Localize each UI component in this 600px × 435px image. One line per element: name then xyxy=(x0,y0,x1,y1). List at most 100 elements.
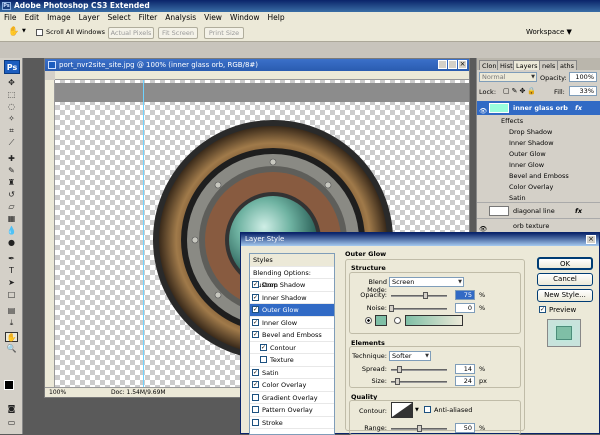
clone-stamp-icon[interactable]: ♜ xyxy=(5,178,18,188)
fit-screen-button[interactable]: Fit Screen xyxy=(158,27,198,39)
checkbox[interactable] xyxy=(260,356,267,363)
menu-help[interactable]: Help xyxy=(264,12,289,23)
style-item-drop-shadow[interactable]: ✓ Drop Shadow xyxy=(250,279,334,292)
menu-window[interactable]: Window xyxy=(226,12,264,23)
screen-mode-icon[interactable]: ▭ xyxy=(5,418,18,428)
contour-chevron-icon[interactable]: ▼ xyxy=(415,407,419,413)
print-size-button[interactable]: Print Size xyxy=(204,27,244,39)
tab-channels[interactable]: nels xyxy=(539,60,559,70)
checkbox[interactable]: ✓ xyxy=(260,343,267,351)
size-slider-thumb[interactable] xyxy=(395,378,400,385)
styles-item[interactable]: Styles xyxy=(250,254,334,267)
effect-row[interactable]: Drop Shadow xyxy=(477,127,600,138)
style-item-contour[interactable]: ✓ Contour xyxy=(250,342,334,354)
eraser-tool-icon[interactable]: ▱ xyxy=(5,202,18,212)
range-slider-thumb[interactable] xyxy=(417,425,422,432)
style-item-satin[interactable]: ✓ Satin xyxy=(250,367,334,379)
noise-slider-thumb[interactable] xyxy=(389,305,394,312)
history-brush-icon[interactable]: ↺ xyxy=(5,190,18,200)
crop-tool-icon[interactable]: ⌗ xyxy=(5,126,18,136)
style-item-stroke[interactable]: Stroke xyxy=(250,417,334,429)
layer-row-inner-glass-orb[interactable]: 👁 inner glass orb fx xyxy=(477,101,600,115)
checkbox[interactable] xyxy=(252,406,259,413)
contour-preview-icon[interactable] xyxy=(391,402,413,418)
checkbox[interactable]: ✓ xyxy=(252,331,259,338)
tab-layers[interactable]: Layers xyxy=(513,60,541,70)
workspace-menu[interactable]: Workspace ▼ xyxy=(526,28,572,36)
visibility-eye-icon[interactable]: 👁 xyxy=(479,104,487,115)
style-item-outer-glow[interactable]: ✓ Outer Glow xyxy=(250,304,334,317)
spread-input[interactable]: 14 xyxy=(455,364,475,374)
actual-pixels-button[interactable]: Actual Pixels xyxy=(108,27,154,39)
menu-select[interactable]: Select xyxy=(104,12,135,23)
checkbox[interactable]: ✓ xyxy=(252,281,259,288)
blending-options-item[interactable]: Blending Options: Custom xyxy=(250,266,334,289)
dodge-tool-icon[interactable]: ● xyxy=(5,238,18,248)
spread-slider-thumb[interactable] xyxy=(397,366,402,373)
zoom-tool-icon[interactable]: 🔍 xyxy=(5,344,18,354)
range-input[interactable]: 50 xyxy=(455,423,475,433)
visibility-eye-icon[interactable]: 👁 xyxy=(479,222,487,233)
notes-tool-icon[interactable]: ▤ xyxy=(5,306,18,316)
brush-tool-icon[interactable]: ✎ xyxy=(5,166,18,176)
type-tool-icon[interactable]: T xyxy=(5,266,18,276)
magic-wand-icon[interactable]: ✧ xyxy=(5,114,18,124)
gradient-radio[interactable] xyxy=(394,317,401,324)
blend-mode-dropdown[interactable]: Screen xyxy=(389,277,464,287)
path-selection-icon[interactable]: ➤ xyxy=(5,278,18,288)
maximize-icon[interactable] xyxy=(448,60,457,69)
scroll-all-checkbox[interactable] xyxy=(36,29,43,36)
menu-filter[interactable]: Filter xyxy=(135,12,162,23)
healing-brush-icon[interactable]: ✚ xyxy=(5,154,18,164)
foreground-color-swatch[interactable] xyxy=(4,380,14,390)
size-input[interactable]: 24 xyxy=(455,376,475,386)
checkbox[interactable]: ✓ xyxy=(252,318,259,326)
marquee-tool-icon[interactable]: ⬚ xyxy=(5,90,18,100)
hand-tool-icon[interactable]: ✋ xyxy=(8,27,19,37)
style-item-texture[interactable]: Texture xyxy=(250,354,334,367)
glow-gradient-swatch[interactable] xyxy=(405,315,463,326)
lock-icons[interactable]: ▢✎✥🔒 xyxy=(503,87,538,95)
menu-view[interactable]: View xyxy=(200,12,226,23)
style-item-pattern-overlay[interactable]: Pattern Overlay xyxy=(250,404,334,417)
checkbox[interactable] xyxy=(252,393,259,401)
checkbox[interactable]: ✓ xyxy=(252,381,259,388)
tool-preset-chevron-icon[interactable]: ▼ xyxy=(22,28,26,34)
checkbox[interactable] xyxy=(252,418,259,426)
minimize-icon[interactable] xyxy=(438,60,447,69)
effect-row[interactable]: Inner Glow xyxy=(477,160,600,171)
menu-layer[interactable]: Layer xyxy=(75,12,104,23)
effect-row[interactable]: Bevel and Emboss xyxy=(477,171,600,182)
quick-mask-icon[interactable]: ◙ xyxy=(5,404,18,414)
fx-icon[interactable]: fx xyxy=(575,101,582,115)
menu-analysis[interactable]: Analysis xyxy=(161,12,200,23)
cancel-button[interactable]: Cancel xyxy=(537,273,593,286)
slice-tool-icon[interactable]: ⟋ xyxy=(5,138,18,148)
spread-slider[interactable] xyxy=(391,366,447,373)
ok-button[interactable]: OK xyxy=(537,257,593,270)
fill-input[interactable]: 33% xyxy=(569,86,597,96)
fx-icon[interactable]: fx xyxy=(575,203,582,219)
menu-edit[interactable]: Edit xyxy=(21,12,44,23)
opacity-input[interactable]: 75 xyxy=(455,290,475,300)
effect-row[interactable]: Outer Glow xyxy=(477,149,600,160)
preview-checkbox[interactable]: ✓ xyxy=(539,306,546,313)
effect-row[interactable]: Color Overlay xyxy=(477,182,600,193)
size-slider[interactable] xyxy=(391,378,447,385)
style-item-inner-shadow[interactable]: ✓ Inner Shadow xyxy=(250,292,334,304)
layer-row-diagonal-line[interactable]: diagonal line fx xyxy=(477,202,600,218)
noise-slider[interactable] xyxy=(389,305,447,312)
document-title-bar[interactable]: port_nvr2site_site.jpg @ 100% (inner gla… xyxy=(45,59,469,71)
effect-row[interactable]: Inner Shadow xyxy=(477,138,600,149)
close-icon[interactable]: × xyxy=(586,235,596,244)
menu-file[interactable]: File xyxy=(0,12,21,23)
checkbox[interactable]: ✓ xyxy=(252,293,259,301)
layer-opacity-input[interactable]: 100% xyxy=(569,72,597,82)
doc-size[interactable]: Doc: 1.54M/9.69M xyxy=(111,388,166,398)
zoom-level[interactable]: 100% xyxy=(49,388,66,398)
effects-row[interactable]: Effects xyxy=(477,116,600,127)
solid-color-radio[interactable] xyxy=(365,317,372,324)
guide-line[interactable] xyxy=(143,80,144,387)
layer-blend-mode-dropdown[interactable]: Normal xyxy=(479,72,537,82)
rectangle-tool-icon[interactable]: □ xyxy=(5,290,18,300)
